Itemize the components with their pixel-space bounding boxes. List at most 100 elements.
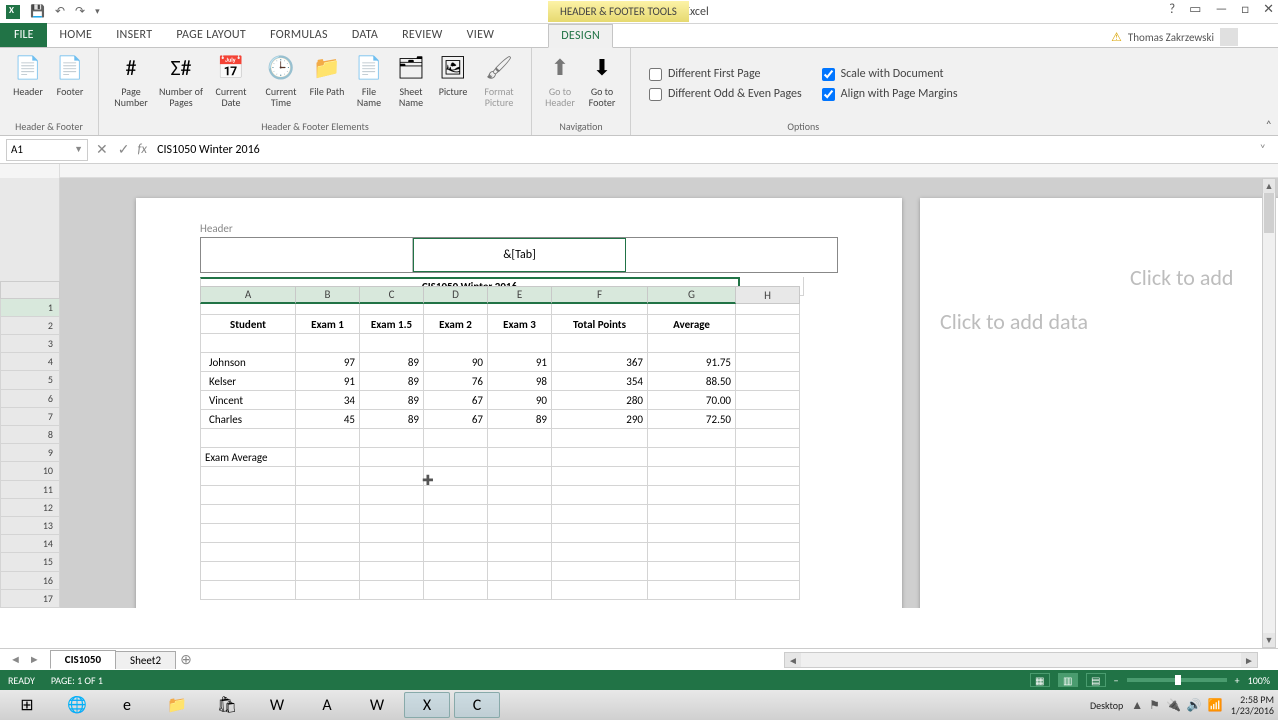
zoom-in-icon[interactable]: +	[1235, 674, 1240, 687]
row-header[interactable]: 17	[0, 590, 60, 608]
current-date-button[interactable]: 📅Current Date	[207, 50, 255, 118]
cell[interactable]	[552, 448, 648, 467]
cell[interactable]	[424, 429, 488, 448]
word-icon[interactable]: W	[354, 692, 400, 718]
cell[interactable]	[360, 334, 424, 353]
cell[interactable]	[200, 467, 296, 486]
cell[interactable]	[296, 334, 360, 353]
sheet-nav-prev-icon[interactable]: ◄	[10, 653, 21, 666]
tab-file[interactable]: FILE	[0, 23, 47, 47]
cell[interactable]: 91	[296, 372, 360, 391]
header-center[interactable]: &[Tab]	[413, 238, 626, 272]
view-page-layout-icon[interactable]: ▥	[1058, 673, 1078, 687]
cell[interactable]	[360, 448, 424, 467]
cell[interactable]	[552, 467, 648, 486]
cell[interactable]	[648, 429, 736, 448]
cell[interactable]: Exam 1.5	[360, 315, 424, 334]
tab-review[interactable]: REVIEW	[390, 23, 455, 47]
cell[interactable]	[552, 562, 648, 581]
row-header[interactable]: 8	[0, 426, 60, 444]
cell[interactable]: Exam 2	[424, 315, 488, 334]
cell[interactable]	[424, 486, 488, 505]
footer-button[interactable]: 📄Footer	[50, 50, 90, 118]
vertical-scrollbar[interactable]: ▲ ▼	[1262, 178, 1276, 648]
cell[interactable]	[360, 429, 424, 448]
cell[interactable]	[296, 524, 360, 543]
cell[interactable]: 88.50	[648, 372, 736, 391]
chrome-icon[interactable]: 🌐	[54, 692, 100, 718]
tray-icon[interactable]: 🔊	[1187, 698, 1202, 713]
tray-date[interactable]: 1/23/2016	[1231, 705, 1274, 716]
row-header[interactable]: 9	[0, 444, 60, 462]
cell[interactable]: 76	[424, 372, 488, 391]
cell[interactable]	[200, 429, 296, 448]
view-normal-icon[interactable]: ▦	[1030, 673, 1050, 687]
zoom-slider[interactable]	[1127, 678, 1227, 682]
col-header[interactable]: G	[648, 286, 736, 304]
cell[interactable]: Kelser	[200, 372, 296, 391]
cell[interactable]: Charles	[200, 410, 296, 429]
cell[interactable]	[488, 467, 552, 486]
cell[interactable]	[736, 429, 800, 448]
row-header[interactable]: 7	[0, 408, 60, 426]
scroll-up-icon[interactable]: ▲	[1263, 179, 1275, 193]
row-header[interactable]: 11	[0, 481, 60, 499]
row-header[interactable]: 3	[0, 335, 60, 353]
expand-formula-bar-icon[interactable]: ˅	[1254, 143, 1272, 157]
row-header[interactable]: 1	[0, 299, 60, 317]
cell[interactable]	[424, 334, 488, 353]
col-header[interactable]: E	[488, 286, 552, 304]
cell[interactable]	[360, 581, 424, 600]
cell[interactable]: 91.75	[648, 353, 736, 372]
scale-with-document-checkbox[interactable]: Scale with Document	[822, 67, 958, 81]
cell[interactable]: 98	[488, 372, 552, 391]
scroll-right-icon[interactable]: ►	[1241, 653, 1257, 667]
cell[interactable]	[552, 429, 648, 448]
cell[interactable]	[736, 353, 800, 372]
cell[interactable]	[296, 505, 360, 524]
tab-formulas[interactable]: FORMULAS	[258, 23, 340, 47]
cell[interactable]	[736, 562, 800, 581]
tab-page-layout[interactable]: PAGE LAYOUT	[164, 23, 258, 47]
cell[interactable]	[200, 562, 296, 581]
help-icon[interactable]: ?	[1169, 2, 1175, 17]
cell[interactable]: Average	[648, 315, 736, 334]
store-icon[interactable]: 🛍	[204, 692, 250, 718]
tray-icon[interactable]: 🔌	[1166, 698, 1181, 713]
cell[interactable]	[736, 448, 800, 467]
cell[interactable]: Johnson	[200, 353, 296, 372]
ribbon-display-icon[interactable]: ▭	[1189, 2, 1201, 17]
cell[interactable]: 67	[424, 391, 488, 410]
select-all-corner[interactable]	[0, 281, 60, 298]
cell[interactable]	[488, 505, 552, 524]
col-header[interactable]: F	[552, 286, 648, 304]
start-button[interactable]: ⊞	[4, 692, 50, 718]
app-icon[interactable]: A	[304, 692, 350, 718]
cell[interactable]	[736, 505, 800, 524]
excel-taskbar-icon[interactable]: X	[404, 692, 450, 718]
close-icon[interactable]: ✕	[1263, 2, 1274, 17]
scroll-down-icon[interactable]: ▼	[1263, 633, 1275, 647]
row-header[interactable]: 13	[0, 517, 60, 535]
cell[interactable]: 89	[360, 353, 424, 372]
cell[interactable]	[648, 562, 736, 581]
tray-icon[interactable]: 📶	[1208, 698, 1223, 713]
row-header[interactable]: 14	[0, 535, 60, 553]
row-header[interactable]: 15	[0, 553, 60, 571]
sheet-nav-next-icon[interactable]: ►	[29, 653, 40, 666]
header-right[interactable]	[626, 238, 837, 272]
tab-data[interactable]: DATA	[340, 23, 390, 47]
cell[interactable]	[552, 505, 648, 524]
cell[interactable]	[296, 429, 360, 448]
cell[interactable]: 89	[360, 410, 424, 429]
row-header[interactable]: 4	[0, 353, 60, 371]
zoom-level[interactable]: 100%	[1248, 674, 1270, 687]
sheet-name-button[interactable]: 🗂Sheet Name	[391, 50, 431, 118]
row-header[interactable]: 2	[0, 317, 60, 335]
cell[interactable]	[200, 486, 296, 505]
row-header[interactable]: 16	[0, 572, 60, 590]
cell[interactable]	[488, 448, 552, 467]
cell[interactable]	[736, 410, 800, 429]
cell[interactable]: 90	[488, 391, 552, 410]
col-header[interactable]: D	[424, 286, 488, 304]
